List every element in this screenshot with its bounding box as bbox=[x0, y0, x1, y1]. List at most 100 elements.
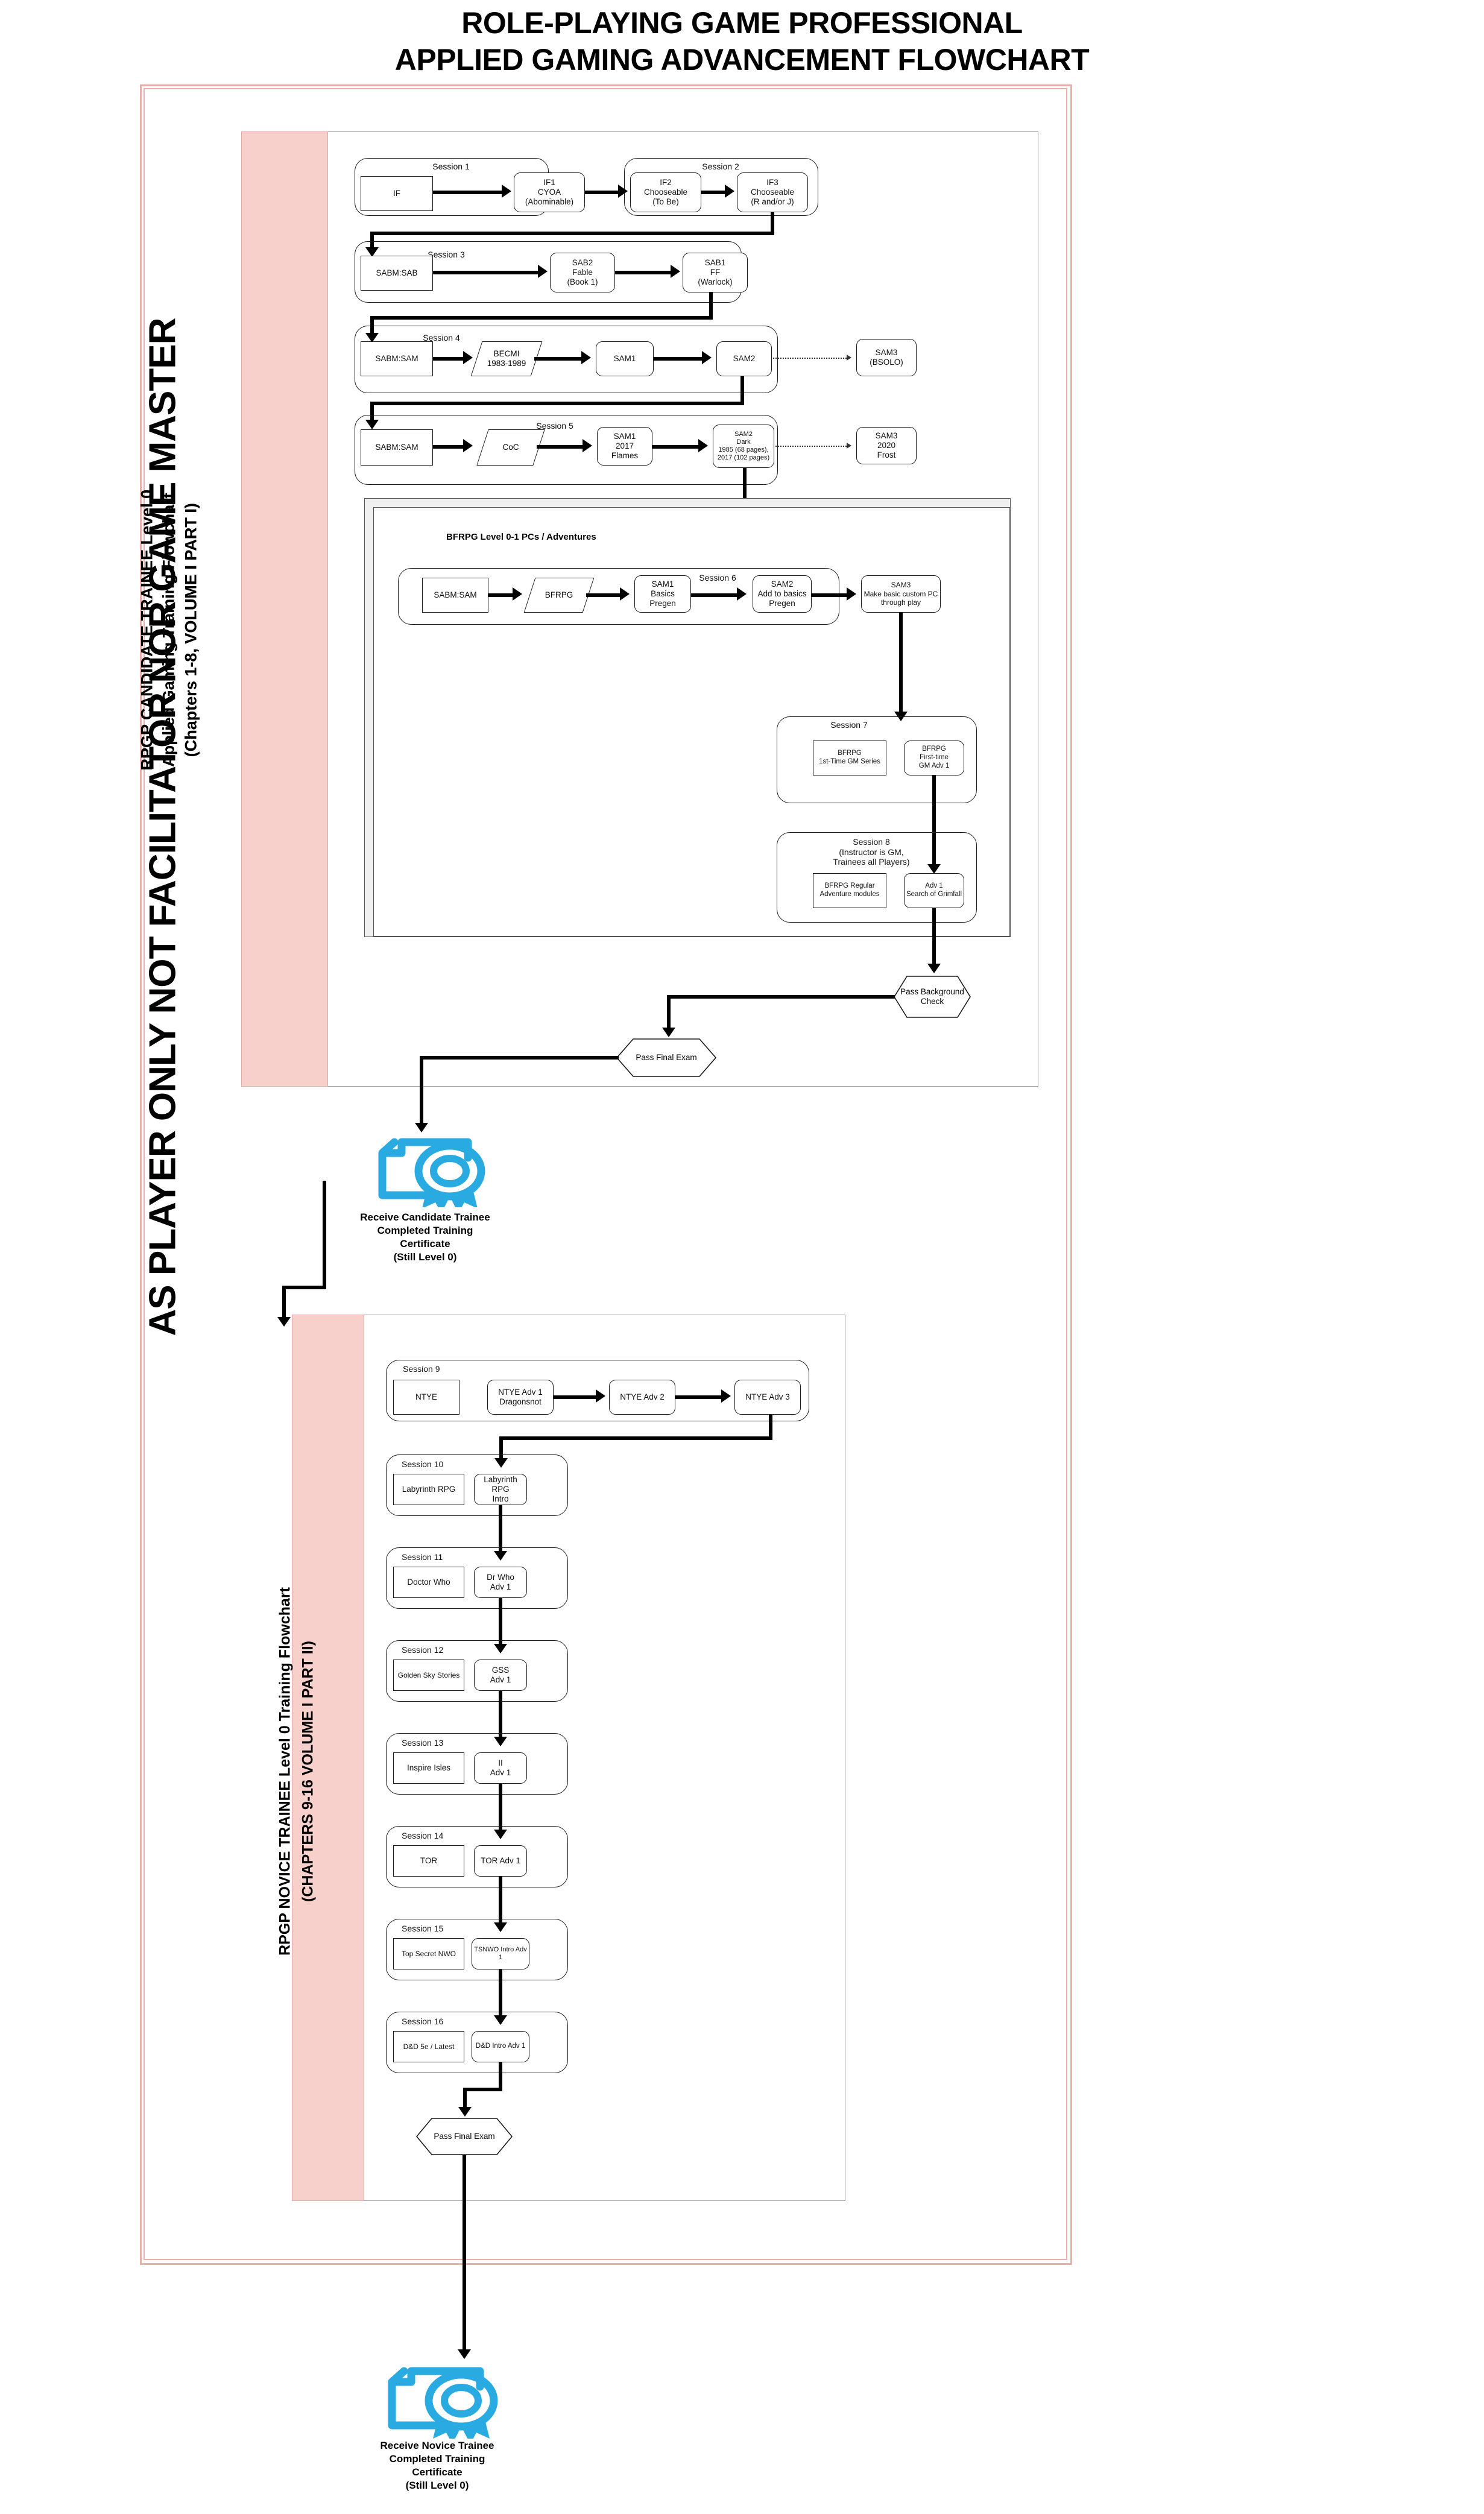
session-9-node-4[interactable]: NTYE Adv 3 bbox=[734, 1380, 801, 1415]
arrowhead bbox=[737, 587, 747, 601]
arrowhead bbox=[620, 587, 630, 601]
node-label: D&D 5e / Latest bbox=[403, 2042, 455, 2051]
session-1-node-2[interactable]: IF1 CYOA (Abominable) bbox=[514, 172, 585, 212]
session-5-node-3[interactable]: SAM1 2017 Flames bbox=[597, 427, 652, 466]
node-label: Dr Who Adv 1 bbox=[487, 1572, 514, 1591]
session-16-label: Session 16 bbox=[402, 2017, 444, 2026]
session-4-node-4[interactable]: SAM2 bbox=[716, 341, 772, 376]
session-10-node-2[interactable]: Labyrinth RPG Intro bbox=[474, 1474, 527, 1505]
node-label: NTYE bbox=[415, 1392, 437, 1401]
edge-s16-down bbox=[499, 2062, 502, 2091]
session-5-node-1[interactable]: SABM:SAM bbox=[361, 429, 433, 466]
session-5-node-4[interactable]: SAM2 Dark 1985 (68 pages), 2017 (102 pag… bbox=[713, 425, 774, 468]
node-label: BFRPG bbox=[545, 590, 573, 599]
node-label: SAM2 Dark 1985 (68 pages), 2017 (102 pag… bbox=[717, 430, 770, 462]
node-label: NTYE Adv 3 bbox=[745, 1392, 790, 1401]
session-15-node-2[interactable]: TSNWO Intro Adv 1 bbox=[472, 1938, 529, 1969]
arrowhead bbox=[458, 2107, 472, 2117]
session-1-label: Session 1 bbox=[432, 162, 470, 171]
gate-pass-final-exam-part1[interactable]: Pass Final Exam bbox=[616, 1038, 716, 1077]
arrowhead bbox=[671, 265, 680, 278]
part1-band-label-overlay: RPGP CANDIDATE TRAINEE Level 0 Applied G… bbox=[137, 489, 200, 771]
session-6-node-4[interactable]: SAM2 Add to basics Pregen bbox=[753, 575, 812, 613]
session-2-label: Session 2 bbox=[702, 162, 739, 171]
node-label: SAM1 Basics Pregen bbox=[649, 579, 676, 608]
session-15-node-1[interactable]: Top Secret NWO bbox=[393, 1938, 464, 1969]
node-label: BFRPG 1st-Time GM Series bbox=[819, 750, 880, 765]
node-label: IF bbox=[393, 188, 400, 198]
node-label: NTYE Adv 1 Dragonsnot bbox=[498, 1387, 543, 1406]
edge-s8-to-gate bbox=[932, 908, 936, 968]
gate-pass-background-check[interactable]: Pass Background Check bbox=[894, 976, 971, 1018]
session-12-label: Session 12 bbox=[402, 1645, 444, 1655]
session-6-node-2[interactable]: BFRPG bbox=[523, 578, 595, 613]
edge-cert1-down bbox=[323, 1181, 326, 1289]
session-15-label: Session 15 bbox=[402, 1924, 444, 1933]
edge-gate1-left bbox=[667, 995, 895, 999]
session-4-node-3[interactable]: SAM1 bbox=[596, 341, 654, 376]
gate-label: Pass Final Exam bbox=[434, 2131, 495, 2141]
session-7-node-1[interactable]: BFRPG 1st-Time GM Series bbox=[813, 741, 886, 775]
arrowhead bbox=[513, 587, 522, 601]
session-3-node-1[interactable]: SABM:SAB bbox=[361, 256, 433, 291]
session-1-node-1[interactable]: IF bbox=[361, 176, 433, 211]
arrowhead bbox=[725, 185, 734, 198]
arrowhead bbox=[698, 439, 708, 452]
node-label: SABM:SAB bbox=[376, 268, 418, 277]
edge-s6-1-to-2 bbox=[488, 593, 514, 597]
edge-s5-1-to-2 bbox=[433, 445, 464, 449]
session-9-node-1[interactable]: NTYE bbox=[393, 1380, 459, 1415]
session-10-label: Session 10 bbox=[402, 1459, 444, 1469]
arrowhead bbox=[618, 185, 628, 198]
edge-exam2-to-cert2 bbox=[463, 2155, 466, 2354]
session-11-node-2[interactable]: Dr Who Adv 1 bbox=[474, 1567, 527, 1598]
gate-pass-final-exam-part2[interactable]: Pass Final Exam bbox=[416, 2118, 513, 2155]
edge-s4-down bbox=[740, 376, 744, 405]
session-5-node-2[interactable]: CoC bbox=[476, 429, 545, 466]
edge-s16-left bbox=[463, 2088, 502, 2091]
session-7-node-2[interactable]: BFRPG First-time GM Adv 1 bbox=[904, 741, 964, 775]
session-16-node-2[interactable]: D&D Intro Adv 1 bbox=[472, 2031, 529, 2062]
session-3-node-3[interactable]: SAB1 FF (Warlock) bbox=[683, 253, 748, 292]
node-label: TOR bbox=[420, 1855, 438, 1865]
edge-s3-left bbox=[370, 316, 713, 320]
session-12-node-2[interactable]: GSS Adv 1 bbox=[474, 1660, 527, 1691]
session-8-node-1[interactable]: BFRPG Regular Adventure modules bbox=[813, 873, 886, 908]
session-12-node-1[interactable]: Golden Sky Stories bbox=[393, 1660, 464, 1691]
certificate-ribbon-icon-2 bbox=[367, 2357, 505, 2444]
edge-s2-1-to-2 bbox=[701, 191, 727, 194]
arrowhead bbox=[538, 265, 548, 278]
edge-s6-3-to-4 bbox=[691, 593, 738, 597]
session-13-node-2[interactable]: II Adv 1 bbox=[474, 1752, 527, 1784]
session-16-node-1[interactable]: D&D 5e / Latest bbox=[393, 2031, 464, 2062]
node-label: SAB2 Fable (Book 1) bbox=[567, 257, 598, 287]
session-13-node-1[interactable]: Inspire Isles bbox=[393, 1752, 464, 1784]
session-4-node-1[interactable]: SABM:SAM bbox=[361, 341, 433, 376]
edge-s1-1-to-2 bbox=[433, 191, 503, 194]
session-9-node-3[interactable]: NTYE Adv 2 bbox=[609, 1380, 675, 1415]
session-10-node-1[interactable]: Labyrinth RPG bbox=[393, 1474, 464, 1505]
session-3-node-2[interactable]: SAB2 Fable (Book 1) bbox=[550, 253, 615, 292]
session-4-node-5[interactable]: SAM3 (BSOLO) bbox=[856, 339, 917, 376]
session-6-node-5[interactable]: SAM3 Make basic custom PC through play bbox=[861, 575, 941, 613]
session-6-node-1[interactable]: SABM:SAM bbox=[422, 578, 488, 613]
node-label: Labyrinth RPG bbox=[402, 1484, 456, 1494]
session-14-node-1[interactable]: TOR bbox=[393, 1845, 464, 1877]
gate-label: Pass Background Check bbox=[900, 987, 964, 1006]
node-label: BFRPG First-time GM Adv 1 bbox=[918, 745, 950, 769]
node-label: Inspire Isles bbox=[406, 1763, 451, 1772]
node-label: SAM2 bbox=[733, 353, 756, 363]
edge-s4-2-to-3 bbox=[534, 357, 583, 361]
arrowhead bbox=[662, 1028, 675, 1037]
session-14-node-2[interactable]: TOR Adv 1 bbox=[474, 1845, 527, 1877]
bfrpg-container-label: BFRPG Level 0-1 PCs / Adventures bbox=[446, 532, 596, 542]
session-8-node-2[interactable]: Adv 1 Search of Grimfall bbox=[904, 873, 964, 908]
session-11-node-1[interactable]: Doctor Who bbox=[393, 1567, 464, 1598]
session-5-node-5[interactable]: SAM3 2020 Frost bbox=[856, 427, 917, 464]
arrowhead bbox=[596, 1389, 605, 1403]
session-4-node-2[interactable]: BECMI 1983-1989 bbox=[470, 341, 543, 376]
session-2-node-1[interactable]: IF2 Chooseable (To Be) bbox=[630, 172, 701, 212]
session-9-node-2[interactable]: NTYE Adv 1 Dragonsnot bbox=[487, 1380, 554, 1415]
session-2-node-2[interactable]: IF3 Chooseable (R and/or J) bbox=[737, 172, 808, 212]
session-6-node-3[interactable]: SAM1 Basics Pregen bbox=[634, 575, 691, 613]
